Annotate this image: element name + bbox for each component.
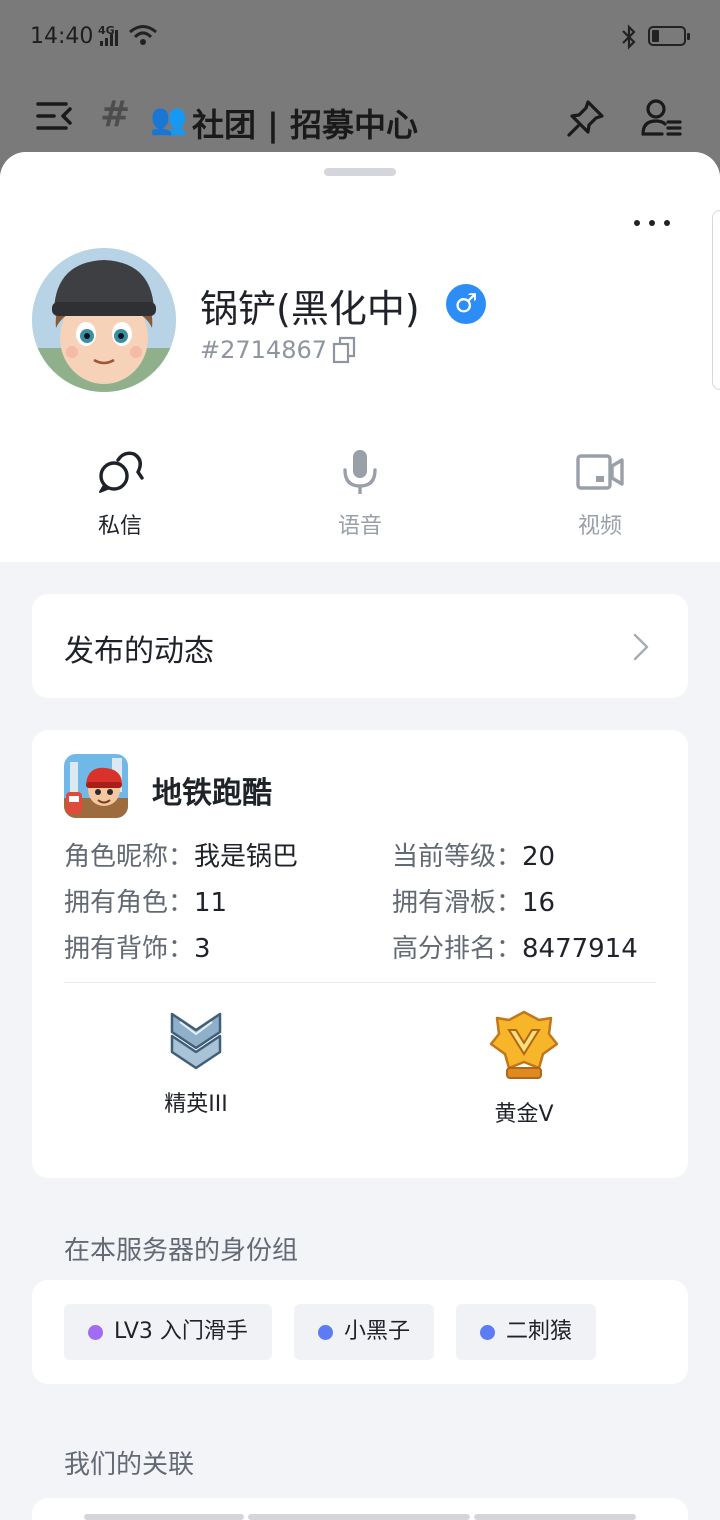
more-icon[interactable]: [628, 208, 676, 238]
role-chip[interactable]: 小黑子: [294, 1304, 435, 1360]
channel-title[interactable]: 社团 | 招募中心: [192, 100, 418, 146]
chat-icon: [99, 451, 144, 493]
posts-label: 发布的动态: [64, 634, 214, 669]
stat-boards-value: 16: [522, 888, 556, 918]
microphone-icon: [343, 450, 377, 494]
status-bar: 14:40 4G: [0, 0, 720, 76]
stat-backpacks: 拥有背饰：3: [64, 928, 211, 965]
direct-message-button[interactable]: 私信: [60, 448, 180, 548]
divider: [64, 982, 656, 983]
action-row: 私信 语音 视频: [0, 448, 720, 548]
bluetooth-icon: [622, 24, 636, 50]
chevron-right-icon: [633, 633, 649, 661]
stat-characters: 拥有角色：11: [64, 882, 227, 919]
stat-high-score-rank-label: 高分排名：: [392, 934, 523, 964]
game-card: 地铁跑酷 角色昵称：我是锅巴 当前等级：20 拥有角色：11 拥有滑板：16 拥…: [32, 730, 688, 1178]
roles-section-title: 在本服务器的身份组: [64, 1236, 299, 1266]
stat-high-score-rank-value: 8477914: [522, 934, 638, 964]
channel-hash-icon: #: [100, 94, 131, 135]
voice-call-label: 语音: [337, 514, 382, 539]
game-app-icon: [64, 754, 128, 818]
battery-icon: [648, 26, 690, 46]
rank-gold-label: 黄金V: [494, 1102, 554, 1127]
profile-sheet: 锅铲(黑化中) ♂ #2714867 私信 语音 视频 发布的动态 地铁跑酷 角…: [0, 152, 720, 1520]
signal-icon: [100, 30, 118, 46]
stat-boards-label: 拥有滑板：: [392, 888, 523, 918]
channel-header: # 👥 社团 | 招募中心: [0, 76, 720, 162]
side-scroll-handle[interactable]: [712, 210, 720, 390]
stat-backpacks-label: 拥有背饰：: [64, 934, 195, 964]
stat-level: 当前等级：20: [392, 836, 555, 873]
relations-tab-indicator: [84, 1514, 244, 1520]
stat-level-value: 20: [522, 842, 556, 872]
role-chip-label: 二刺猿: [506, 1319, 573, 1344]
posts-card[interactable]: 发布的动态: [32, 594, 688, 698]
stat-characters-label: 拥有角色：: [64, 888, 195, 918]
rank-elite: 精英III: [116, 1010, 276, 1118]
role-chip-label: LV3 入门滑手: [114, 1319, 248, 1344]
role-chip-label: 小黑子: [344, 1319, 411, 1344]
rank-elite-label: 精英III: [164, 1092, 228, 1117]
relations-tab-indicator: [248, 1514, 470, 1520]
stat-characters-value: 11: [194, 888, 228, 918]
people-icon: 👥: [150, 102, 188, 137]
video-icon: [576, 454, 624, 490]
stat-high-score-rank: 高分排名：8477914: [392, 928, 638, 965]
user-id: #2714867: [200, 336, 327, 364]
stat-backpacks-value: 3: [194, 934, 211, 964]
rank-gold: 黄金V: [444, 1010, 604, 1128]
status-time: 14:40: [30, 24, 94, 49]
role-color-dot: [480, 1325, 495, 1340]
copy-icon[interactable]: [332, 336, 356, 364]
male-gender-icon: ♂: [446, 284, 486, 324]
game-name: 地铁跑酷: [152, 776, 272, 811]
role-color-dot: [88, 1325, 103, 1340]
role-chip[interactable]: LV3 入门滑手: [64, 1304, 272, 1360]
avatar[interactable]: [32, 248, 176, 392]
video-call-label: 视频: [577, 514, 622, 539]
stat-nickname-label: 角色昵称：: [64, 842, 195, 872]
gold-rank-icon: [489, 1010, 559, 1079]
role-color-dot: [318, 1325, 333, 1340]
sheet-grab-handle[interactable]: [324, 168, 396, 176]
pin-icon[interactable]: [566, 98, 606, 138]
voice-call-button[interactable]: 语音: [300, 448, 420, 548]
stat-level-label: 当前等级：: [392, 842, 523, 872]
direct-message-label: 私信: [97, 514, 142, 539]
elite-rank-icon: [170, 1012, 222, 1070]
relations-tab-indicator: [474, 1514, 636, 1520]
stat-nickname-value: 我是锅巴: [194, 842, 299, 872]
username: 锅铲(黑化中): [200, 287, 420, 331]
stat-nickname: 角色昵称：我是锅巴: [64, 836, 298, 873]
video-call-button[interactable]: 视频: [540, 448, 660, 548]
wifi-icon: [129, 25, 157, 45]
roles-card: LV3 入门滑手 小黑子 二刺猿: [32, 1280, 688, 1384]
profile-header: 锅铲(黑化中) ♂ #2714867 私信 语音 视频: [0, 152, 720, 562]
members-icon[interactable]: [640, 98, 682, 138]
stat-boards: 拥有滑板：16: [392, 882, 555, 919]
relations-card: [32, 1498, 688, 1520]
relations-section-title: 我们的关联: [64, 1450, 195, 1480]
menu-collapse-icon[interactable]: [36, 98, 74, 134]
role-chip[interactable]: 二刺猿: [456, 1304, 597, 1360]
